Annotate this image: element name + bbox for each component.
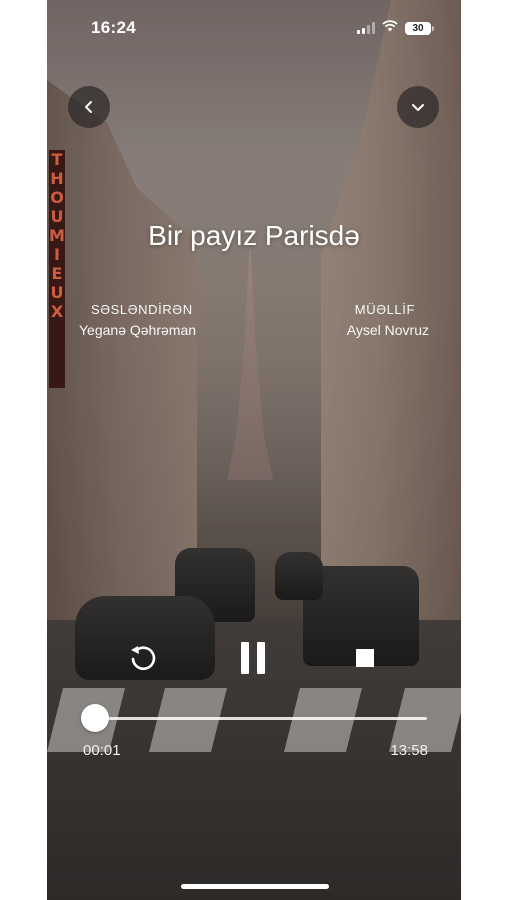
chevron-left-icon (85, 101, 92, 113)
pause-button[interactable] (231, 636, 275, 680)
battery-icon: 30 (405, 21, 434, 35)
background-shade (47, 0, 461, 900)
cellular-signal-icon (357, 22, 375, 34)
status-icons: 30 (357, 19, 434, 37)
narrator-label: SƏSLƏNDİRƏN (91, 302, 193, 317)
replay-icon (131, 646, 156, 671)
stop-button[interactable] (343, 636, 387, 680)
home-indicator[interactable] (181, 884, 329, 889)
progress-thumb[interactable] (81, 704, 109, 732)
chevron-down-icon (412, 104, 424, 111)
stop-icon (356, 649, 374, 667)
author-name: Aysel Novruz (346, 322, 429, 338)
back-button[interactable] (68, 86, 110, 128)
pause-icon (241, 642, 265, 674)
collapse-button[interactable] (397, 86, 439, 128)
wifi-icon (382, 19, 398, 37)
author-label: MÜƏLLİF (354, 302, 415, 317)
playback-controls (47, 636, 461, 686)
book-title: Bir payız Parisdə (148, 220, 360, 251)
replay-button[interactable] (121, 636, 165, 680)
narrator-name: Yeganə Qəhrəman (79, 322, 197, 338)
elapsed-time: 00:01 (83, 742, 121, 759)
audiobook-player-screen: THOUMIEUX 16:24 30 Bir payız Parisdə SƏS… (47, 0, 461, 900)
progress-track[interactable] (95, 717, 427, 720)
total-duration: 13:58 (390, 742, 428, 759)
status-time: 16:24 (91, 18, 136, 37)
